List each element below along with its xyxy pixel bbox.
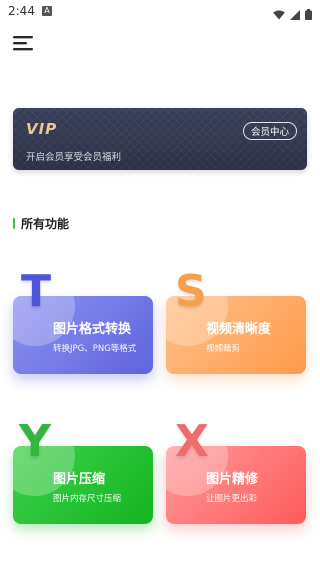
feature-title: 图片格式转换 xyxy=(53,322,132,337)
section-header: 所有功能 xyxy=(13,215,69,231)
feature-description: 让图片更出彩 xyxy=(206,494,258,504)
feature-description: 转换JPG、PNG等格式 xyxy=(53,344,137,354)
section-accent-bar xyxy=(13,217,15,229)
feature-card-image-refine[interactable]: X 图片精修 让图片更出彩 xyxy=(166,420,306,524)
feature-card-format-convert[interactable]: T 图片格式转换 转换JPG、PNG等格式 xyxy=(13,270,153,374)
vip-logo: VIP xyxy=(26,120,58,138)
feature-title: 图片压缩 xyxy=(53,472,106,487)
letter-s-icon: S xyxy=(175,266,207,317)
letter-t-icon: T xyxy=(21,266,52,317)
battery-icon xyxy=(305,5,312,24)
status-time: 2:44 xyxy=(8,4,35,18)
feature-card-image-compress[interactable]: Y 图片压缩 图片内存尺寸压缩 xyxy=(13,420,153,524)
status-icons xyxy=(273,5,312,24)
vip-banner[interactable]: VIP 开启会员享受会员福利 会员中心 xyxy=(13,108,307,170)
feature-title: 视频清晰度 xyxy=(206,322,272,337)
letter-y-icon: Y xyxy=(19,416,51,467)
feature-card-video-clarity[interactable]: S 视频清晰度 视频裁剪 xyxy=(166,270,306,374)
hamburger-menu-icon[interactable] xyxy=(13,33,35,53)
letter-x-icon: X xyxy=(175,416,209,467)
wifi-icon xyxy=(273,5,285,24)
feature-description: 图片内存尺寸压缩 xyxy=(53,494,122,504)
member-center-button[interactable]: 会员中心 xyxy=(242,122,297,140)
notification-badge: A xyxy=(42,6,52,16)
section-title: 所有功能 xyxy=(21,216,70,231)
vip-subtitle: 开启会员享受会员福利 xyxy=(26,152,122,163)
feature-title: 图片精修 xyxy=(206,472,259,487)
feature-description: 视频裁剪 xyxy=(206,344,241,354)
signal-icon xyxy=(290,5,300,24)
status-bar: 2:44 A xyxy=(0,0,320,24)
